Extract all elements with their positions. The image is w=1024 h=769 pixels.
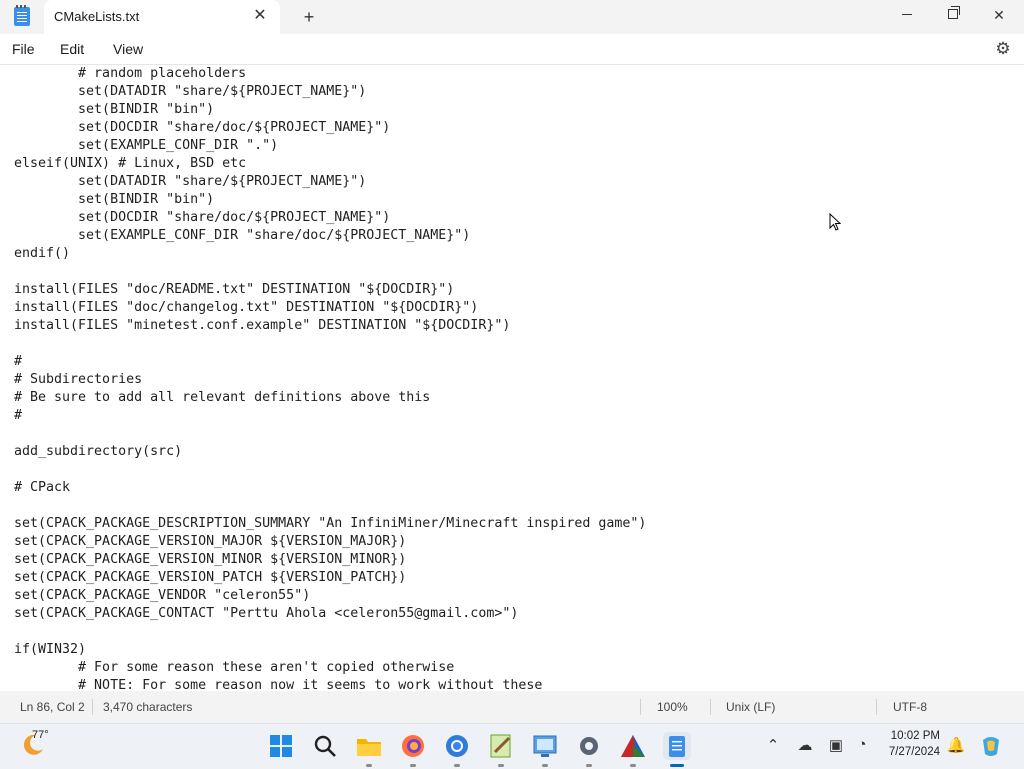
code-line: # NOTE: For some reason now it seems to … — [14, 678, 543, 691]
code-line: set(DATADIR "share/${PROJECT_NAME}") — [14, 174, 367, 189]
weather-temperature: 77° — [32, 729, 49, 741]
running-indicator — [542, 764, 548, 767]
active-indicator — [670, 764, 684, 767]
code-line: set(DATADIR "share/${PROJECT_NAME}") — [14, 84, 367, 99]
code-line: # Be sure to add all relevant definition… — [14, 390, 431, 405]
running-indicator — [410, 764, 416, 767]
notepad-plus-icon[interactable] — [487, 732, 515, 760]
close-window-button[interactable]: ✕ — [976, 0, 1022, 30]
menu-bar: File Edit View ⚙ — [0, 34, 1024, 65]
status-divider — [876, 699, 877, 715]
tab-close-icon[interactable]: ✕ — [250, 6, 270, 26]
mouse-pointer-icon — [829, 213, 841, 231]
line-ending[interactable]: Unix (LF) — [726, 700, 775, 714]
new-tab-button[interactable]: + — [298, 6, 320, 28]
start-icon[interactable] — [267, 732, 295, 760]
status-divider — [640, 699, 641, 715]
file-explorer-icon[interactable] — [355, 732, 383, 760]
code-line: install(FILES "doc/README.txt" DESTINATI… — [14, 282, 455, 297]
code-line: # For some reason these aren't copied ot… — [14, 660, 455, 675]
menu-edit[interactable]: Edit — [60, 41, 84, 57]
running-indicator — [630, 764, 636, 767]
notepad-icon[interactable] — [663, 732, 691, 760]
clock-time[interactable]: 10:02 PM — [866, 730, 940, 742]
zoom-level[interactable]: 100% — [657, 700, 688, 714]
chrome-icon[interactable] — [443, 732, 471, 760]
code-line: set(BINDIR "bin") — [14, 192, 215, 207]
running-indicator — [454, 764, 460, 767]
running-indicator — [498, 764, 504, 767]
cloud-offline-icon[interactable]: ☁ — [795, 736, 815, 754]
chevron-up-icon[interactable]: ⌃ — [763, 736, 783, 754]
code-line: # — [14, 354, 23, 369]
code-line: set(CPACK_PACKAGE_VERSION_MAJOR ${VERSIO… — [14, 534, 407, 549]
maximize-button[interactable] — [930, 0, 976, 30]
code-line: set(EXAMPLE_CONF_DIR "share/doc/${PROJEC… — [14, 228, 471, 243]
search-icon[interactable] — [311, 732, 339, 760]
cmake-icon[interactable] — [619, 732, 647, 760]
clock-date[interactable]: 7/27/2024 — [866, 746, 940, 758]
status-divider — [710, 699, 711, 715]
notepad-app-icon — [14, 5, 30, 26]
editor-text[interactable]: # random placeholders set(DATADIR "share… — [14, 65, 646, 691]
code-line: install(FILES "doc/changelog.txt" DESTIN… — [14, 300, 479, 315]
text-editor[interactable]: # random placeholders set(DATADIR "share… — [0, 65, 1024, 691]
code-line: set(CPACK_PACKAGE_CONTACT "Perttu Ahola … — [14, 606, 519, 621]
menu-file[interactable]: File — [12, 41, 35, 57]
tab-cmakelists[interactable]: CMakeLists.txt ✕ — [44, 0, 280, 34]
network-icon[interactable]: ▣ — [826, 736, 846, 754]
notification-bell-icon[interactable]: 🔔 — [946, 736, 966, 754]
character-count: 3,470 characters — [103, 700, 193, 714]
status-divider — [92, 699, 93, 715]
code-line: # Subdirectories — [14, 372, 143, 387]
cursor-position: Ln 86, Col 2 — [20, 700, 85, 714]
settings-gear-icon[interactable]: ⚙ — [994, 40, 1012, 58]
code-line: install(FILES "minetest.conf.example" DE… — [14, 318, 511, 333]
code-line: set(CPACK_PACKAGE_VERSION_PATCH ${VERSIO… — [14, 570, 407, 585]
menu-view[interactable]: View — [113, 41, 143, 57]
running-indicator — [366, 764, 372, 767]
restore-icon — [948, 6, 960, 19]
code-line: set(EXAMPLE_CONF_DIR ".") — [14, 138, 279, 153]
minimize-icon — [902, 14, 912, 15]
code-line: set(DOCDIR "share/doc/${PROJECT_NAME}") — [14, 210, 391, 225]
encoding[interactable]: UTF-8 — [893, 700, 927, 714]
code-line: set(CPACK_PACKAGE_DESCRIPTION_SUMMARY "A… — [14, 516, 647, 531]
title-bar: CMakeLists.txt ✕ + ✕ — [0, 0, 1024, 34]
code-line: if(WIN32) — [14, 642, 87, 657]
code-line: set(DOCDIR "share/doc/${PROJECT_NAME}") — [14, 120, 391, 135]
code-line: set(BINDIR "bin") — [14, 102, 215, 117]
control-panel-icon[interactable] — [531, 732, 559, 760]
code-line: set(CPACK_PACKAGE_VENDOR "celeron55") — [14, 588, 311, 603]
copilot-icon[interactable] — [979, 734, 1003, 758]
minimize-button[interactable] — [884, 0, 930, 30]
code-line: # CPack — [14, 480, 71, 495]
code-line: set(CPACK_PACKAGE_VERSION_MINOR ${VERSIO… — [14, 552, 407, 567]
code-line: add_subdirectory(src) — [14, 444, 183, 459]
running-indicator — [586, 764, 592, 767]
code-line: # random placeholders — [14, 66, 247, 81]
tab-title: CMakeLists.txt — [54, 9, 140, 24]
taskbar: 77° ⌃ ☁ ▣ ◔ 10:02 PM 7/27/2024 🔔 — [0, 723, 1024, 769]
code-line: # — [14, 408, 23, 423]
code-line: endif() — [14, 246, 71, 261]
settings-icon[interactable] — [575, 732, 603, 760]
status-bar: Ln 86, Col 2 3,470 characters 100% Unix … — [0, 691, 1024, 723]
code-line: elseif(UNIX) # Linux, BSD etc — [14, 156, 247, 171]
firefox-icon[interactable] — [399, 732, 427, 760]
